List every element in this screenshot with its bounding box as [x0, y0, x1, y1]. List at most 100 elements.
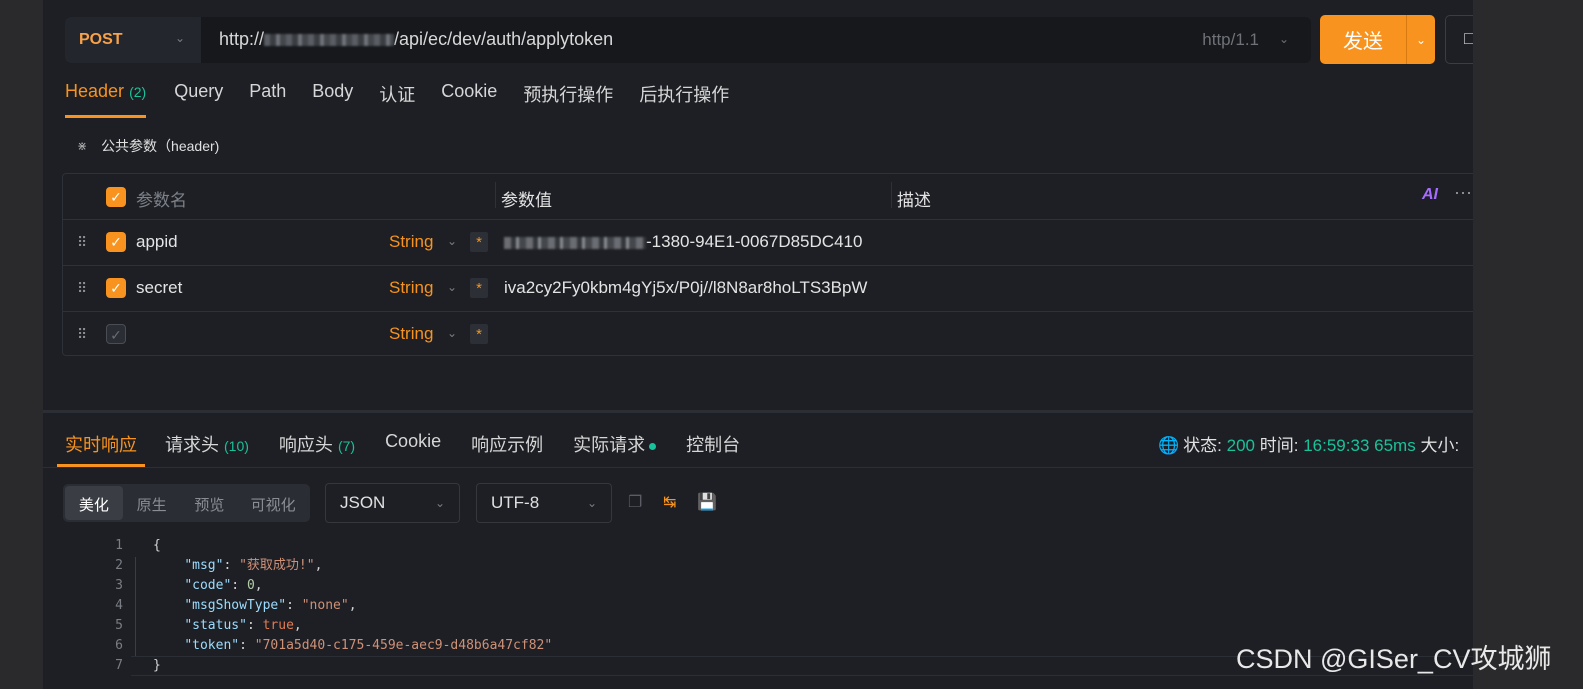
chevron-down-icon: ⌄	[586, 496, 597, 510]
chevron-down-icon: ⌄	[447, 280, 458, 294]
header-param-name: 参数名	[136, 191, 187, 210]
select-all-checkbox[interactable]: ✓	[106, 187, 126, 207]
code-line: 2 "msg": "获取成功!",	[83, 556, 552, 576]
line-number: 2	[115, 558, 123, 573]
method-select[interactable]: POST ⌄	[65, 17, 201, 63]
header-param-value: 参数值	[501, 191, 552, 210]
request-tabs: Header (2) Query Path Body 认证 Cookie 预执行…	[65, 76, 755, 120]
response-body[interactable]: 1{ 2 "msg": "获取成功!", 3 "code": 0, 4 "msg…	[83, 536, 552, 676]
param-type[interactable]: String	[389, 324, 433, 344]
code-line: 6 "token": "701a5d40-c175-459e-aec9-d48b…	[83, 636, 552, 656]
send-dropdown-chevron-icon[interactable]: ⌄	[1407, 33, 1435, 47]
chevron-down-icon: ⌄	[1278, 32, 1289, 46]
url-input[interactable]: http:// /api/ec/dev/auth/applytoken	[219, 29, 613, 50]
code-line: 7}	[83, 656, 552, 676]
json-value: "获取成功!"	[239, 558, 315, 573]
wrap-icon[interactable]: ↹	[663, 492, 676, 512]
line-number: 5	[115, 618, 123, 633]
tab-post-script[interactable]: 后执行操作	[639, 76, 729, 118]
url-bar: POST ⌄ http:// /api/ec/dev/auth/applytoke…	[65, 17, 1311, 63]
json-comma: ,	[314, 558, 323, 573]
code-text: "status": true,	[184, 618, 302, 633]
tab-console[interactable]: 控制台	[686, 425, 740, 467]
tab-cookie[interactable]: Cookie	[385, 425, 441, 467]
row-checkbox[interactable]: ✓	[106, 232, 126, 252]
window-icon[interactable]: □	[1445, 15, 1473, 64]
left-gutter	[0, 0, 43, 689]
view-mode-visualize[interactable]: 可视化	[238, 486, 308, 520]
required-marker[interactable]: *	[470, 324, 488, 344]
code-line: 4 "msgShowType": "none",	[83, 596, 552, 616]
column-divider[interactable]	[495, 182, 496, 208]
eye-closed-icon: ⋇	[77, 139, 88, 153]
status-dot	[649, 442, 657, 450]
tab-header-label: Header	[65, 81, 125, 101]
send-button[interactable]: 发送 ⌄	[1320, 15, 1435, 64]
param-type[interactable]: String	[389, 278, 433, 298]
line-number: 3	[115, 578, 123, 593]
drag-handle-icon[interactable]: ⠿	[77, 280, 87, 297]
drag-handle-icon[interactable]: ⠿	[77, 234, 87, 251]
tab-path[interactable]: Path	[249, 76, 286, 118]
tab-auth[interactable]: 认证	[379, 76, 415, 118]
redacted-host	[264, 34, 395, 47]
tab-pre-script[interactable]: 预执行操作	[523, 76, 613, 118]
code-text: "msg": "获取成功!",	[184, 558, 323, 573]
required-marker[interactable]: *	[470, 232, 488, 252]
save-icon[interactable]: 💾	[697, 492, 717, 512]
row-checkbox[interactable]: ✓	[106, 324, 126, 344]
tab-response-example[interactable]: 响应示例	[471, 425, 543, 467]
json-key: "token"	[184, 638, 240, 653]
tab-query[interactable]: Query	[174, 76, 223, 118]
send-label: 发送	[1343, 31, 1383, 53]
json-comma: ,	[254, 578, 263, 593]
tab-cookie[interactable]: Cookie	[441, 76, 497, 118]
view-mode-pretty[interactable]: 美化	[65, 486, 123, 520]
line-number: 6	[115, 638, 123, 653]
tab-header[interactable]: Header (2)	[65, 76, 147, 118]
protocol-select[interactable]: http/1.1	[1202, 30, 1259, 50]
view-mode-raw[interactable]: 原生	[123, 486, 181, 520]
tab-header-count: (2)	[129, 84, 147, 100]
tab-body[interactable]: Body	[312, 76, 353, 118]
code-text: "token": "701a5d40-c175-459e-aec9-d48b6a…	[184, 638, 553, 653]
panel-resize-handle[interactable]	[43, 410, 1473, 413]
json-key: "msgShowType"	[184, 598, 287, 613]
method-label: POST	[79, 31, 123, 48]
status-code: 200	[1226, 436, 1256, 455]
view-mode-preview[interactable]: 预览	[181, 486, 239, 520]
more-icon[interactable]: ···	[1454, 182, 1472, 203]
tab-actual-request[interactable]: 实际请求	[573, 425, 657, 467]
copy-icon[interactable]: ❐	[628, 492, 642, 512]
tab-response-headers[interactable]: 响应头 (7)	[279, 425, 355, 467]
format-select[interactable]: JSON ⌄	[325, 483, 460, 523]
drag-handle-icon[interactable]: ⠿	[77, 326, 87, 343]
table-row: ⠿ ✓ appid String ⌄ * -1380-94E1-0067D85D…	[63, 220, 1473, 266]
ai-icon[interactable]: AI	[1422, 186, 1438, 204]
tab-count: (7)	[337, 438, 356, 454]
encoding-value: UTF-8	[491, 493, 540, 512]
column-divider[interactable]	[891, 182, 892, 208]
code-text: {	[153, 538, 161, 553]
param-value[interactable]: iva2cy2Fy0kbm4gYj5x/P0j//l8N8ar8hoLTS3Bp…	[504, 278, 867, 298]
param-name[interactable]: secret	[136, 278, 182, 298]
param-type[interactable]: String	[389, 232, 433, 252]
json-key: "status"	[184, 618, 247, 633]
tab-request-headers[interactable]: 请求头 (10)	[165, 425, 249, 467]
public-params-toggle[interactable]: ⋇ 公共参数（header)	[77, 136, 219, 156]
redacted-value	[504, 236, 646, 249]
param-value[interactable]: -1380-94E1-0067D85DC410	[504, 232, 862, 252]
tab-live-response[interactable]: 实时响应	[57, 425, 145, 467]
json-comma: ,	[293, 618, 302, 633]
format-value: JSON	[340, 493, 386, 512]
line-number: 4	[115, 598, 123, 613]
row-checkbox[interactable]: ✓	[106, 278, 126, 298]
response-tabs: 实时响应 请求头 (10) 响应头 (7) Cookie 响应示例 实际请求 控…	[57, 425, 770, 469]
tab-underline-divider	[43, 467, 1473, 468]
required-marker[interactable]: *	[470, 278, 488, 298]
watermark: CSDN @GISer_CV攻城狮	[1236, 644, 1552, 674]
encoding-select[interactable]: UTF-8 ⌄	[476, 483, 612, 523]
tab-label: 请求头	[165, 435, 219, 455]
chevron-down-icon: ⌄	[447, 234, 458, 248]
param-name[interactable]: appid	[136, 232, 178, 252]
